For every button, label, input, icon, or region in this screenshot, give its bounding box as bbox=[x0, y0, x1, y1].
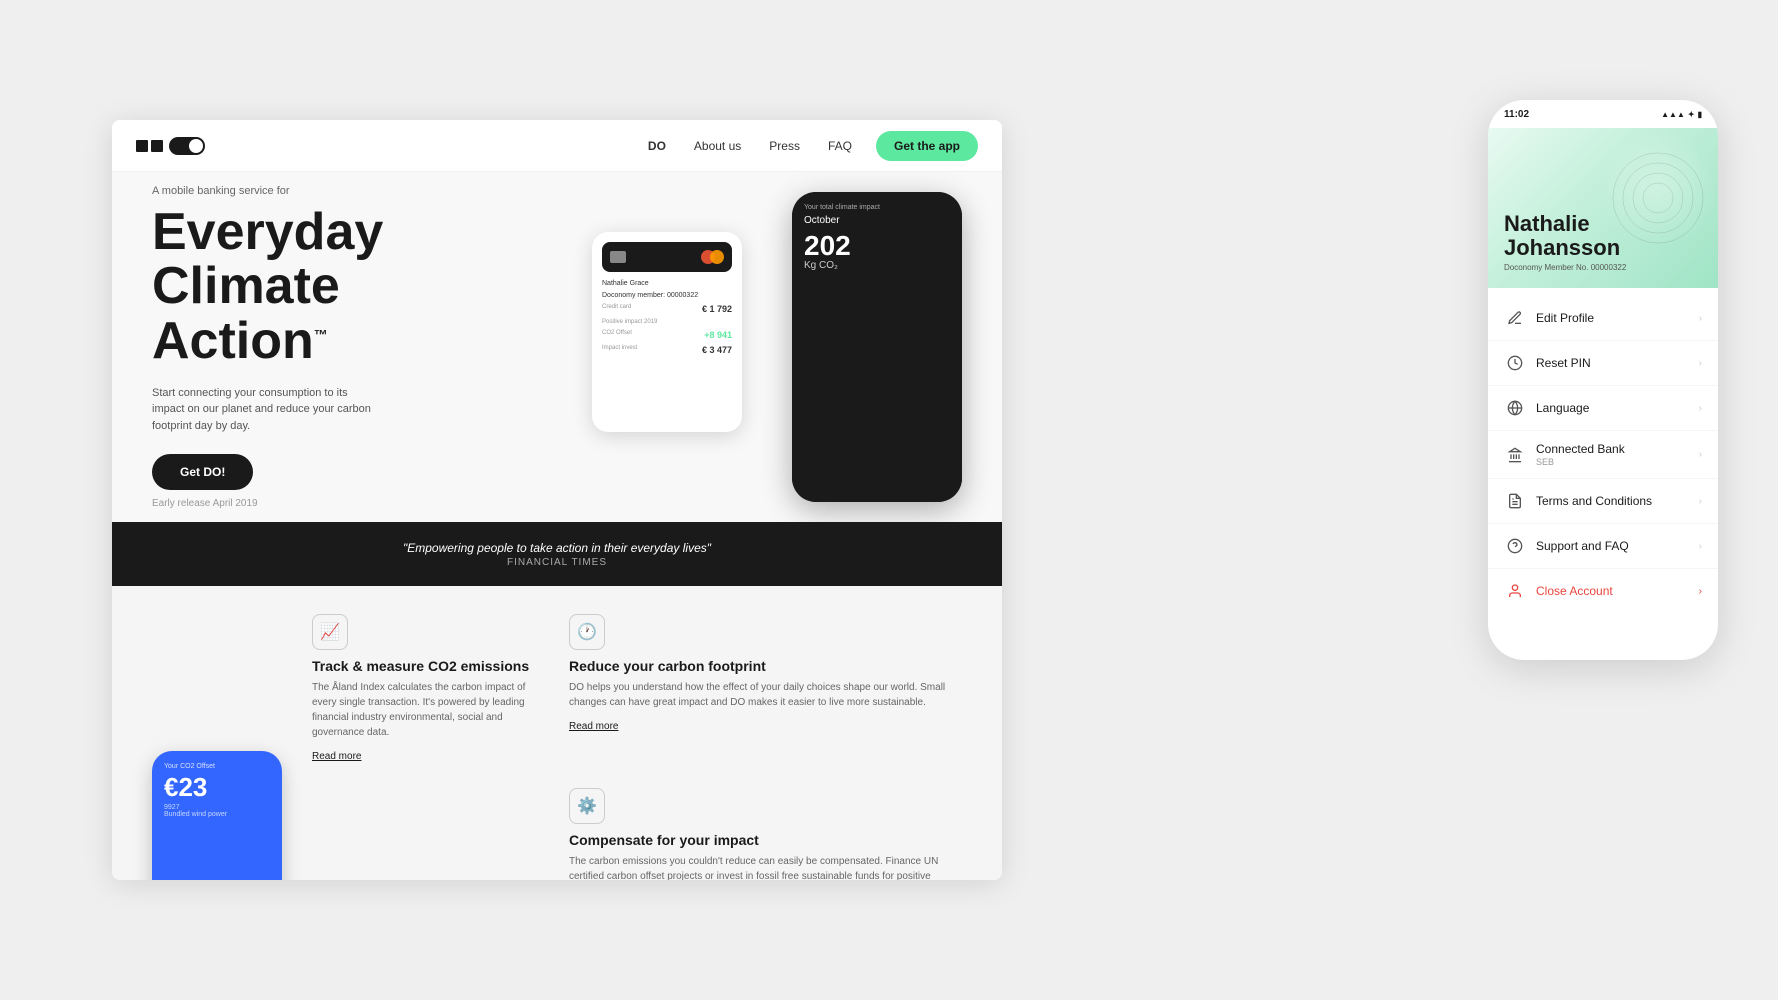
profile-header: Nathalie Johansson Doconomy Member No. 0… bbox=[1488, 128, 1718, 288]
navigation: DO About us Press FAQ Get the app bbox=[112, 120, 1002, 172]
language-chevron-icon: › bbox=[1699, 403, 1702, 414]
feature-reduce: 🕐 Reduce your carbon footprint DO helps … bbox=[569, 614, 962, 764]
feature-reduce-title: Reduce your carbon footprint bbox=[569, 658, 962, 674]
feature-compensate-title: Compensate for your impact bbox=[569, 832, 962, 848]
fp-amount: €23 bbox=[164, 774, 270, 800]
feature-compensate: ⚙️ Compensate for your impact The carbon… bbox=[569, 788, 962, 880]
language-label: Language bbox=[1536, 401, 1699, 415]
connected-bank-icon bbox=[1504, 444, 1526, 466]
terms-label: Terms and Conditions bbox=[1536, 494, 1699, 508]
close-account-icon bbox=[1504, 580, 1526, 602]
support-label: Support and FAQ bbox=[1536, 539, 1699, 553]
hero-release-text: Early release April 2019 bbox=[152, 498, 962, 509]
feature-track-link[interactable]: Read more bbox=[312, 751, 361, 762]
quote-source: FINANCIAL TIMES bbox=[507, 557, 607, 568]
edit-profile-icon bbox=[1504, 307, 1526, 329]
edit-profile-label: Edit Profile bbox=[1536, 311, 1699, 325]
feature-reduce-icon: 🕐 bbox=[569, 614, 605, 650]
reset-pin-label: Reset PIN bbox=[1536, 356, 1699, 370]
fp-label: Your CO2 Offset bbox=[164, 763, 270, 770]
feature-track-icon: 📈 bbox=[312, 614, 348, 650]
close-account-text: Close Account bbox=[1536, 584, 1699, 598]
fp-sub2: Bundled wind power bbox=[164, 811, 270, 818]
website-card: DO About us Press FAQ Get the app A mobi… bbox=[112, 120, 1002, 880]
hero-cta-button[interactable]: Get DO! bbox=[152, 454, 253, 490]
reset-pin-chevron-icon: › bbox=[1699, 358, 1702, 369]
feature-track: 📈 Track & measure CO2 emissions The Ålan… bbox=[152, 614, 545, 764]
feature-reduce-link[interactable]: Read more bbox=[569, 721, 618, 732]
terms-text: Terms and Conditions bbox=[1536, 494, 1699, 508]
hero-title-sup: ™ bbox=[314, 327, 328, 343]
nav-link-about[interactable]: About us bbox=[694, 139, 741, 153]
terms-icon bbox=[1504, 490, 1526, 512]
feature-compensate-icon: ⚙️ bbox=[569, 788, 605, 824]
profile-phone-wrapper: 11:02 ▲▲▲ ✦ ▮ Nathalie bbox=[1488, 100, 1718, 680]
close-account-chevron-icon: › bbox=[1699, 586, 1702, 597]
logo bbox=[136, 137, 205, 155]
feature-reduce-desc: DO helps you understand how the effect o… bbox=[569, 680, 962, 710]
connected-bank-text: Connected Bank SEB bbox=[1536, 442, 1699, 467]
battery-icon: ▮ bbox=[1698, 110, 1702, 119]
fp-sub1: 9927 bbox=[164, 804, 270, 811]
edit-profile-chevron-icon: › bbox=[1699, 313, 1702, 324]
quote-banner: "Empowering people to take action in the… bbox=[112, 522, 1002, 586]
feature-phone-wrapper: Your CO2 Offset €23 9927 Bundled wind po… bbox=[152, 751, 282, 880]
menu-item-support[interactable]: Support and FAQ › bbox=[1488, 524, 1718, 569]
wifi-icon: ✦ bbox=[1688, 110, 1695, 119]
feature-phone: Your CO2 Offset €23 9927 Bundled wind po… bbox=[152, 751, 282, 880]
logo-squares bbox=[136, 140, 163, 152]
connected-bank-chevron-icon: › bbox=[1699, 449, 1702, 460]
profile-menu: Edit Profile › Reset PIN › bbox=[1488, 288, 1718, 621]
edit-profile-text: Edit Profile bbox=[1536, 311, 1699, 325]
profile-name: Nathalie Johansson bbox=[1504, 212, 1702, 260]
hero-title-line2: Climate bbox=[152, 257, 340, 315]
reset-pin-icon bbox=[1504, 352, 1526, 374]
language-text: Language bbox=[1536, 401, 1699, 415]
status-bar: 11:02 ▲▲▲ ✦ ▮ bbox=[1488, 100, 1718, 128]
hero-title-line1: Everyday bbox=[152, 203, 383, 261]
profile-member-number: Doconomy Member No. 00000322 bbox=[1504, 263, 1702, 272]
nav-link-press[interactable]: Press bbox=[769, 139, 800, 153]
nav-link-faq[interactable]: FAQ bbox=[828, 139, 852, 153]
logo-square-1 bbox=[136, 140, 148, 152]
connected-bank-label: Connected Bank bbox=[1536, 442, 1699, 456]
feature-compensate-desc: The carbon emissions you couldn't reduce… bbox=[569, 854, 962, 880]
profile-name-line1: Nathalie bbox=[1504, 211, 1590, 236]
nav-links: DO About us Press FAQ bbox=[648, 139, 852, 153]
menu-item-terms[interactable]: Terms and Conditions › bbox=[1488, 479, 1718, 524]
menu-item-edit-profile[interactable]: Edit Profile › bbox=[1488, 296, 1718, 341]
feature-track-title: Track & measure CO2 emissions bbox=[312, 658, 545, 674]
menu-item-language[interactable]: Language › bbox=[1488, 386, 1718, 431]
reset-pin-text: Reset PIN bbox=[1536, 356, 1699, 370]
connected-bank-sublabel: SEB bbox=[1536, 457, 1699, 467]
terms-chevron-icon: › bbox=[1699, 496, 1702, 507]
support-text: Support and FAQ bbox=[1536, 539, 1699, 553]
status-time: 11:02 bbox=[1504, 109, 1529, 120]
hero-subtitle: A mobile banking service for bbox=[152, 185, 962, 197]
hero-description: Start connecting your consumption to its… bbox=[152, 385, 372, 435]
profile-phone: 11:02 ▲▲▲ ✦ ▮ Nathalie bbox=[1488, 100, 1718, 660]
get-app-button[interactable]: Get the app bbox=[876, 131, 978, 161]
hero-text: A mobile banking service for Everyday Cl… bbox=[152, 185, 962, 509]
menu-item-connected-bank[interactable]: Connected Bank SEB › bbox=[1488, 431, 1718, 479]
menu-item-close-account[interactable]: Close Account › bbox=[1488, 569, 1718, 613]
logo-square-2 bbox=[151, 140, 163, 152]
close-account-label: Close Account bbox=[1536, 584, 1699, 598]
signal-icon: ▲▲▲ bbox=[1661, 110, 1685, 119]
hero-section: A mobile banking service for Everyday Cl… bbox=[112, 172, 1002, 522]
support-chevron-icon: › bbox=[1699, 541, 1702, 552]
quote-text: "Empowering people to take action in the… bbox=[403, 541, 711, 555]
hero-title-line3: Action bbox=[152, 312, 314, 370]
features-section: 📈 Track & measure CO2 emissions The Ålan… bbox=[112, 586, 1002, 880]
language-icon bbox=[1504, 397, 1526, 419]
logo-toggle-icon bbox=[169, 137, 205, 155]
feature-track-desc: The Åland Index calculates the carbon im… bbox=[312, 680, 545, 740]
status-icons: ▲▲▲ ✦ ▮ bbox=[1661, 110, 1702, 119]
hero-title: Everyday Climate Action™ bbox=[152, 205, 962, 369]
profile-name-line2: Johansson bbox=[1504, 235, 1620, 260]
support-icon bbox=[1504, 535, 1526, 557]
nav-link-do[interactable]: DO bbox=[648, 139, 666, 153]
menu-item-reset-pin[interactable]: Reset PIN › bbox=[1488, 341, 1718, 386]
page-wrapper: DO About us Press FAQ Get the app A mobi… bbox=[0, 0, 1778, 1000]
